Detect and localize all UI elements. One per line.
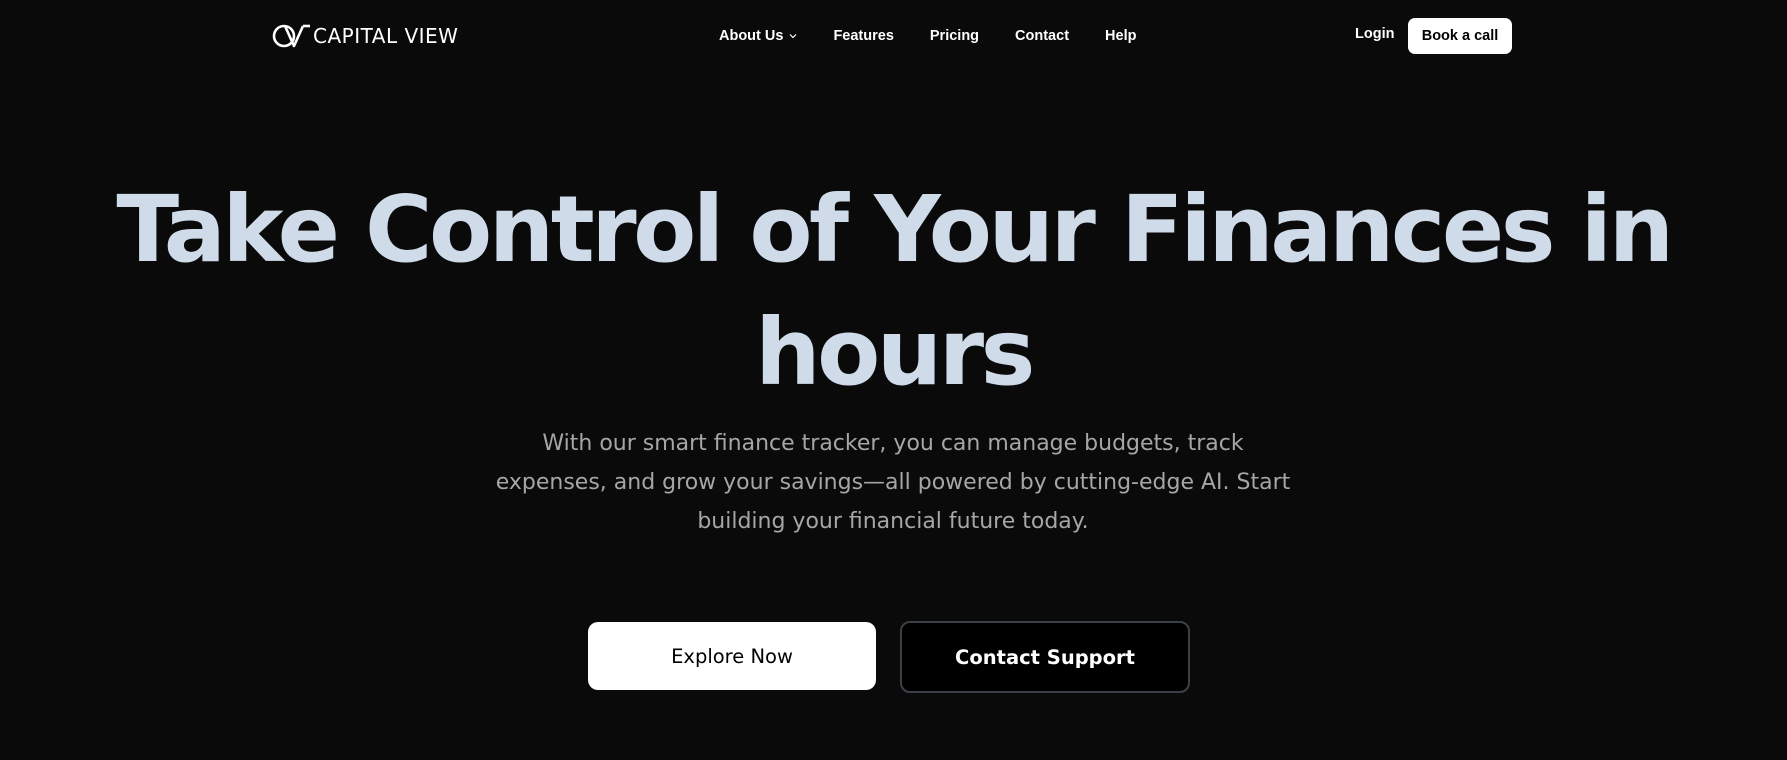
login-link[interactable]: Login bbox=[1355, 26, 1394, 42]
hero-title-line-1: Take Control of Your Finances in bbox=[116, 176, 1674, 283]
hero-subtitle-line-3: building your financial future today. bbox=[697, 509, 1089, 534]
explore-now-button[interactable]: Explore Now bbox=[588, 622, 876, 690]
book-a-call-button[interactable]: Book a call bbox=[1408, 18, 1512, 54]
brand-name: CAPITAL VIEW bbox=[313, 24, 459, 48]
nav-pricing[interactable]: Pricing bbox=[930, 28, 979, 44]
cv-monogram-icon bbox=[272, 24, 310, 48]
landing-page: CAPITAL VIEW About Us Features Pricing C… bbox=[0, 0, 1787, 760]
nav-contact[interactable]: Contact bbox=[1015, 28, 1069, 44]
cta-button-group: Explore Now Contact Support bbox=[0, 621, 1787, 693]
hero-subtitle: With our smart finance tracker, you can … bbox=[493, 424, 1293, 541]
top-navbar: CAPITAL VIEW About Us Features Pricing C… bbox=[0, 0, 1787, 72]
hero-subtitle-line-2: expenses, and grow your savings—all powe… bbox=[495, 470, 1291, 495]
hero-title-line-2: hours bbox=[755, 299, 1035, 406]
main-nav: About Us Features Pricing Contact Help bbox=[719, 26, 1136, 46]
nav-about-us-label: About Us bbox=[719, 28, 784, 44]
chevron-down-icon bbox=[790, 34, 797, 39]
nav-about-us[interactable]: About Us bbox=[719, 28, 797, 44]
brand-logo[interactable]: CAPITAL VIEW bbox=[272, 22, 458, 50]
nav-features[interactable]: Features bbox=[833, 28, 893, 44]
hero-subtitle-line-1: With our smart finance tracker, you can … bbox=[542, 431, 1244, 456]
contact-support-button[interactable]: Contact Support bbox=[900, 621, 1190, 693]
nav-help[interactable]: Help bbox=[1105, 28, 1136, 44]
hero-title: Take Control of Your Finances in hours bbox=[0, 168, 1787, 414]
